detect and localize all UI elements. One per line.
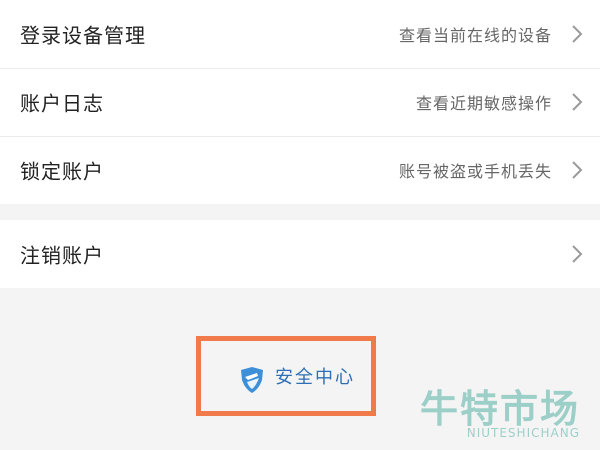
chevron-right-icon [572,25,583,43]
security-center-link[interactable]: 安全中心 [196,336,376,416]
menu-item-login-devices[interactable]: 登录设备管理 查看当前在线的设备 [0,0,600,68]
chevron-right-icon [572,245,583,263]
chevron-right-icon [572,161,583,179]
menu-item-lock-account[interactable]: 锁定账户 账号被盗或手机丢失 [0,136,600,204]
menu-item-label: 账户日志 [20,91,104,116]
chevron-right-icon [572,93,583,111]
menu-item-account-log[interactable]: 账户日志 查看近期敏感操作 [0,68,600,136]
security-center-label: 安全中心 [275,367,355,388]
menu-item-desc: 查看近期敏感操作 [415,94,552,113]
deactivate-card: 注销账户 [0,220,600,288]
watermark-text: 牛特市场 [419,387,580,431]
menu-item-label: 登录设备管理 [20,23,146,48]
watermark: 牛特市场 NIUTESHICHANG [420,378,594,446]
watermark-subtext: NIUTESHICHANG [466,426,580,440]
menu-item-deactivate-account[interactable]: 注销账户 [0,220,600,288]
shield-icon [241,367,263,393]
menu-item-desc: 账号被盗或手机丢失 [398,162,552,181]
menu-item-label: 注销账户 [20,243,104,268]
menu-item-label: 锁定账户 [20,159,104,184]
settings-card: 登录设备管理 查看当前在线的设备 账户日志 查看近期敏感操作 锁定账户 账号被盗… [0,0,600,204]
menu-item-desc: 查看当前在线的设备 [398,26,552,45]
